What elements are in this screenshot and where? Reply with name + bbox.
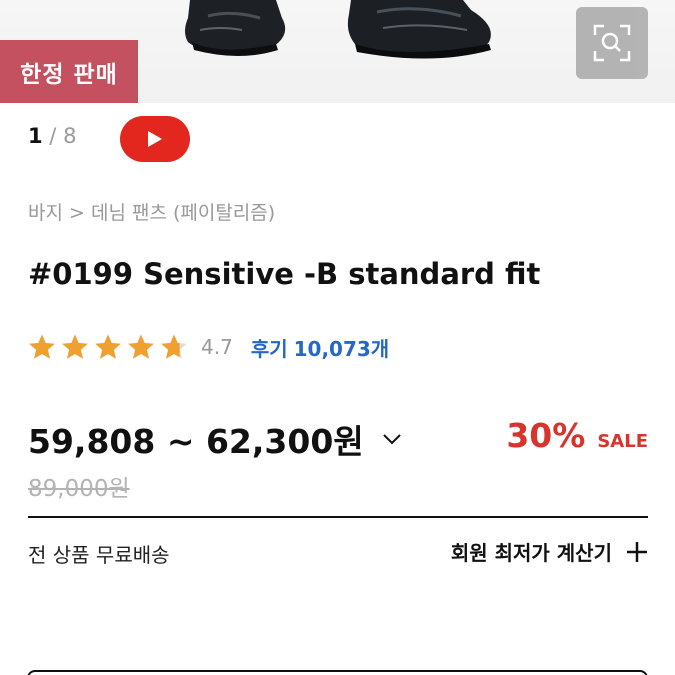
- rating-stars: [28, 333, 193, 361]
- video-play-button[interactable]: [120, 116, 190, 162]
- image-counter-separator: /: [42, 124, 64, 148]
- star-icon: [62, 334, 88, 359]
- star-icon: [161, 334, 187, 359]
- review-label: 후기: [250, 336, 288, 361]
- chevron-down-icon[interactable]: [382, 432, 402, 446]
- shoe-left-image: [185, 0, 286, 56]
- sale-label: SALE: [597, 431, 648, 452]
- image-counter-current: 1: [28, 124, 43, 148]
- zoom-icon: [593, 24, 631, 62]
- member-price-calculator-button[interactable]: 회원 최저가 계산기: [451, 537, 648, 566]
- star-icon: [128, 334, 154, 359]
- member-price-label: 회원 최저가 계산기: [450, 541, 612, 565]
- image-counter: 1 / 8: [28, 124, 76, 148]
- star-icon: [29, 334, 55, 359]
- review-count: 10,073개: [293, 336, 390, 361]
- original-price: 89,000원: [28, 476, 130, 502]
- star-icon: [95, 334, 121, 359]
- rating-row: 4.7 후기 10,073개: [28, 330, 389, 364]
- discount-block: 30% SALE: [506, 416, 648, 455]
- sale-price-range: 59,808 ~ 62,300원: [28, 422, 364, 461]
- bottom-action-bar[interactable]: [27, 670, 648, 675]
- rating-score: 4.7: [201, 335, 233, 359]
- plus-icon: [627, 541, 647, 562]
- review-link[interactable]: 후기 10,073개: [251, 333, 389, 362]
- limited-sale-badge: 한정 판매: [0, 40, 138, 103]
- image-counter-total: 8: [63, 124, 77, 148]
- shoe-right-image: [347, 0, 491, 59]
- free-shipping-text: 전 상품 무료배송: [28, 543, 170, 567]
- zoom-button[interactable]: [576, 7, 648, 79]
- play-icon: [148, 131, 162, 147]
- breadcrumb[interactable]: 바지 > 데님 팬츠 (페이탈리즘): [28, 198, 275, 225]
- product-title: #0199 Sensitive -B standard fit: [28, 257, 541, 291]
- discount-rate: 30%: [506, 416, 586, 455]
- divider: [28, 516, 648, 518]
- price-row[interactable]: 59,808 ~ 62,300원: [28, 415, 402, 463]
